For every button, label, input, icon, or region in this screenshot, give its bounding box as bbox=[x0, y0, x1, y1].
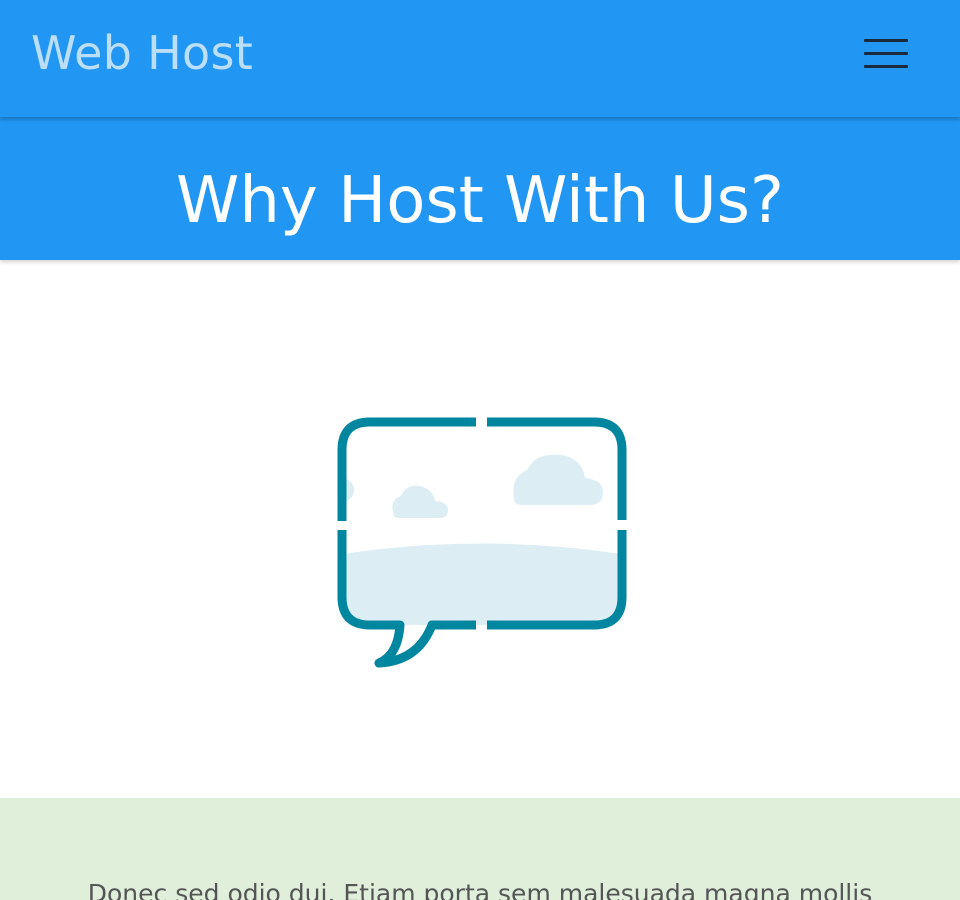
hero-banner: Why Host With Us? bbox=[0, 117, 960, 260]
hero-title: Why Host With Us? bbox=[176, 164, 784, 238]
top-navbar: Web Host bbox=[0, 0, 960, 117]
body-paragraph: Donec sed odio dui. Etiam porta sem male… bbox=[87, 879, 873, 900]
image-placeholder-speech-bubble-icon bbox=[337, 417, 627, 668]
hamburger-menu-button[interactable] bbox=[858, 30, 914, 78]
feature-image-section bbox=[0, 260, 960, 798]
content-section: Donec sed odio dui. Etiam porta sem male… bbox=[0, 798, 960, 900]
brand-logo-text[interactable]: Web Host bbox=[31, 24, 253, 82]
